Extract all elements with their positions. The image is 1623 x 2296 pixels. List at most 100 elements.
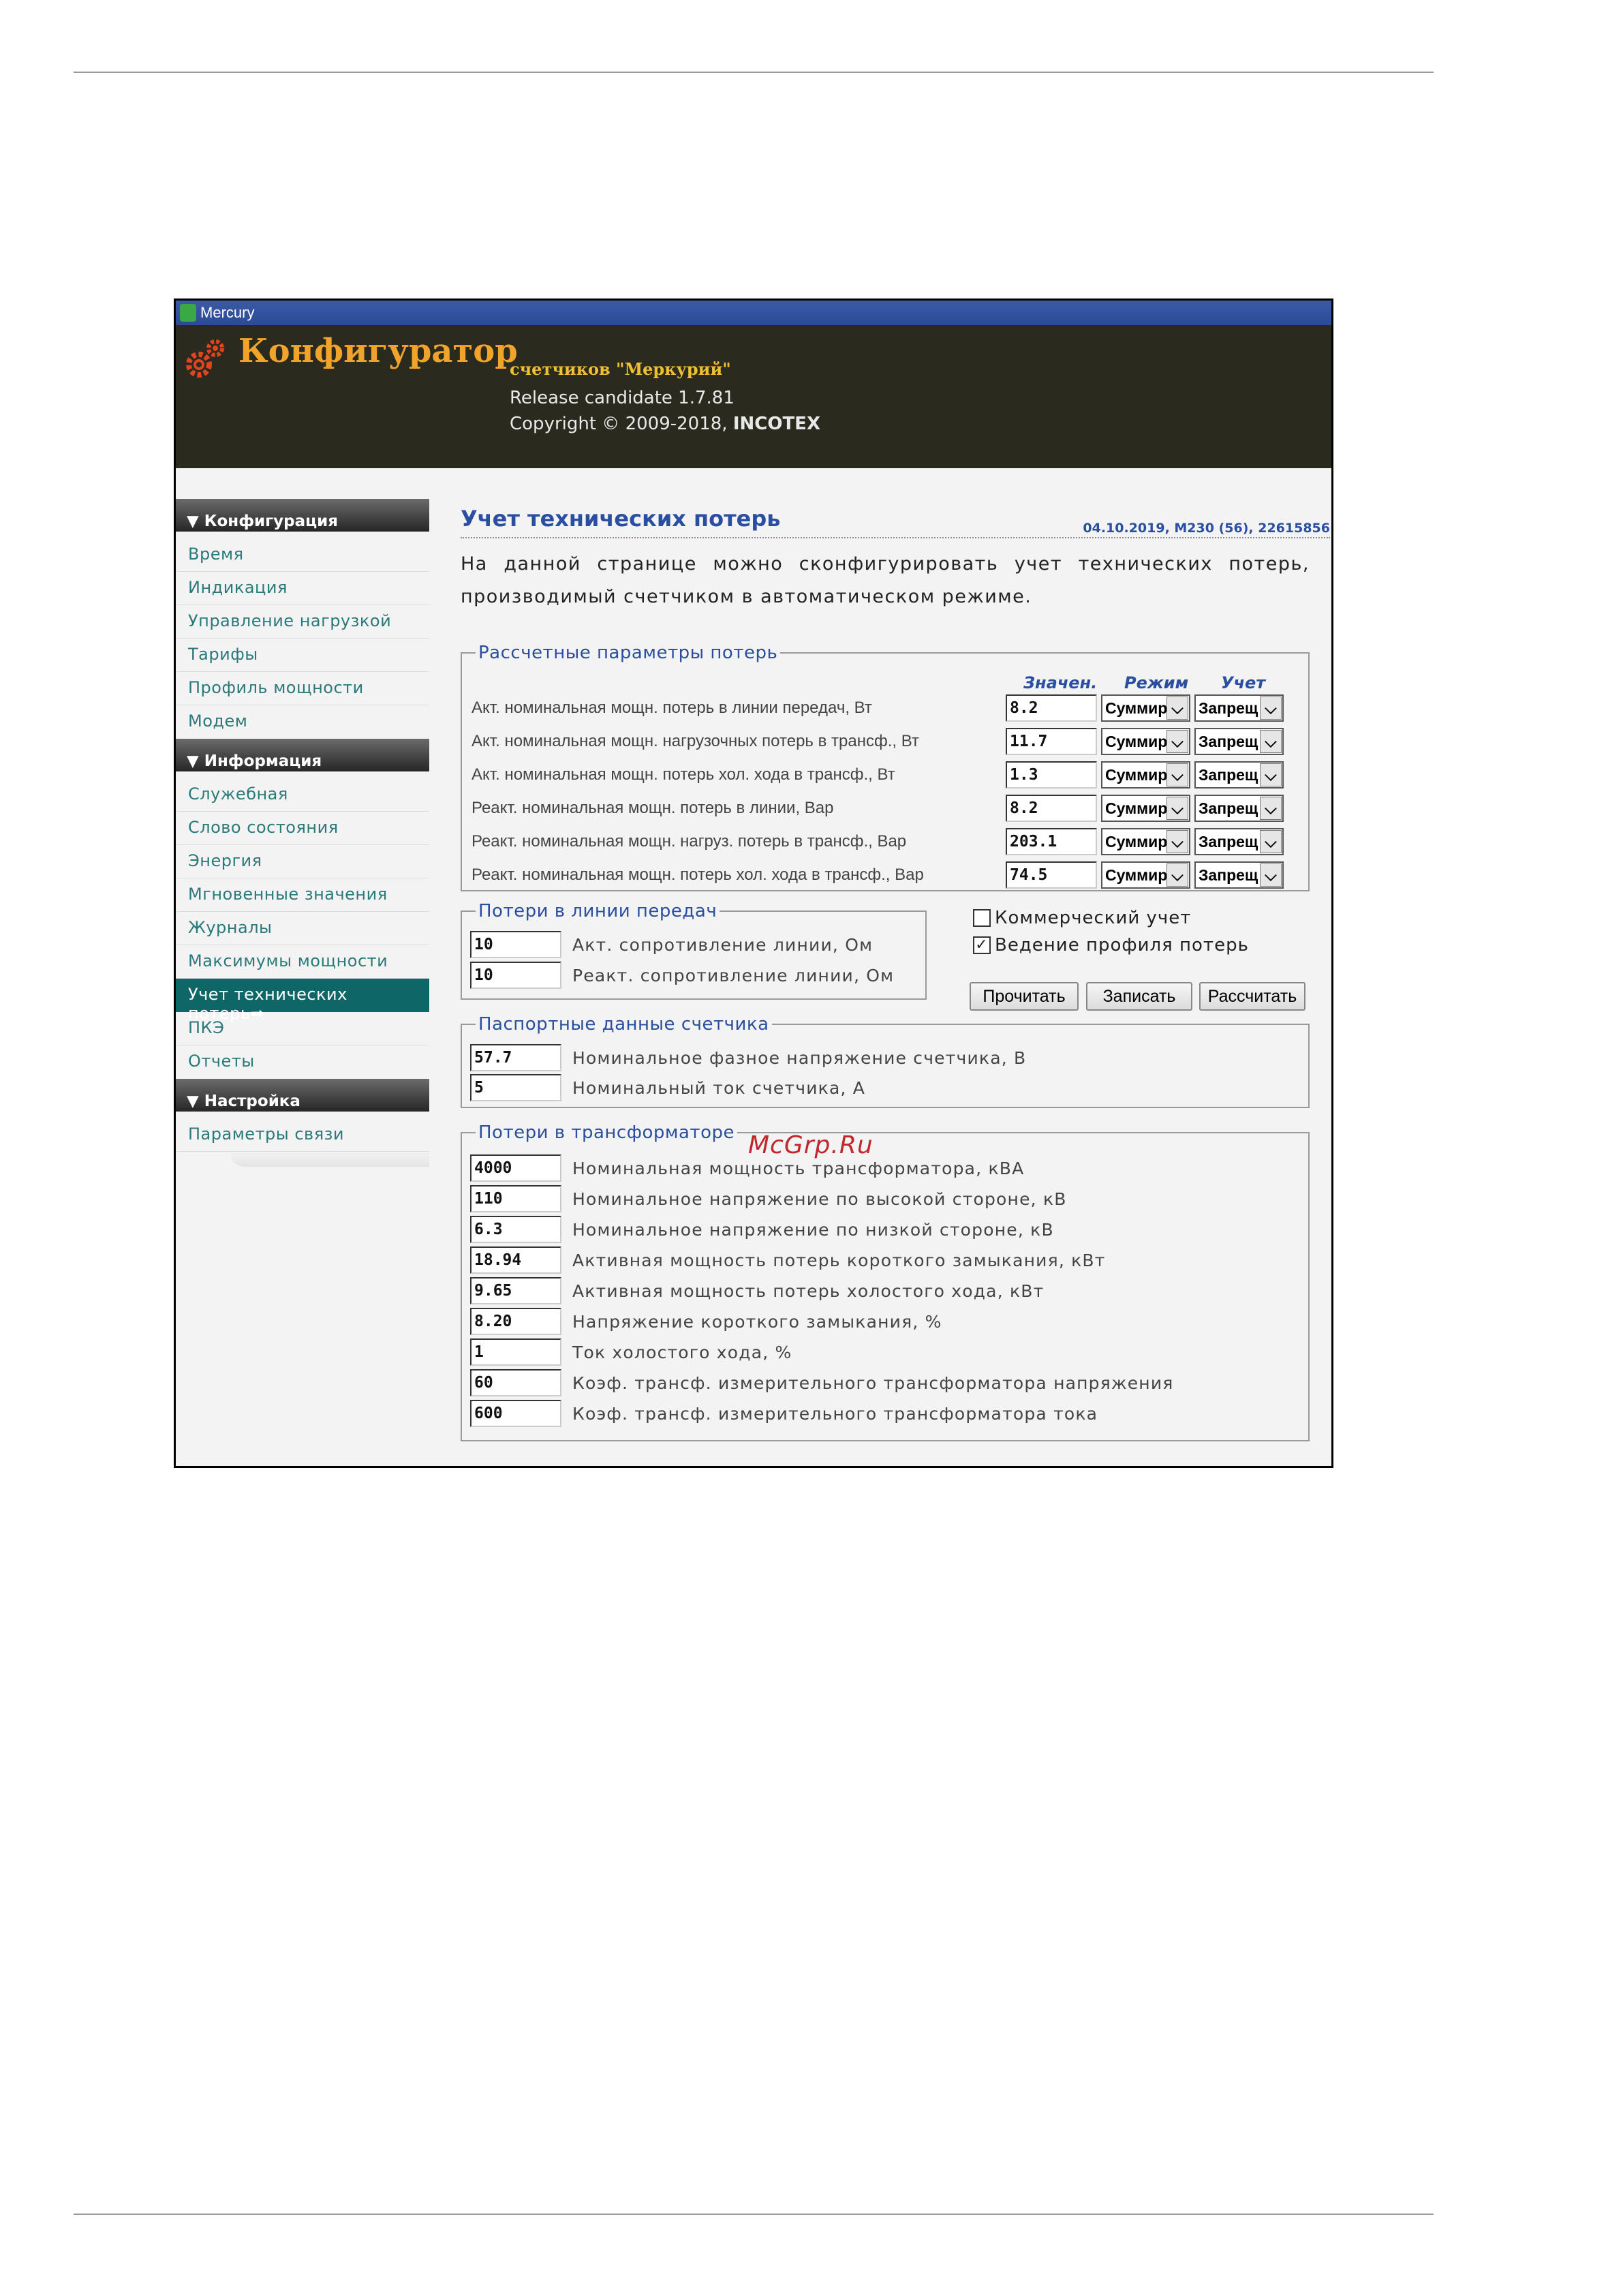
- sidebar-section-settings[interactable]: ▼ Настройка: [176, 1079, 429, 1112]
- page-intro: На данной странице можно сконфигурироват…: [461, 553, 1310, 607]
- passport-row: 57.7 Номинальное фазное напряжение счетч…: [470, 1044, 1026, 1071]
- passport-label: Номинальное фазное напряжение счетчика, …: [572, 1047, 1027, 1068]
- app-header: Конфигуратор счетчиков "Меркурий" Releas…: [176, 325, 1331, 468]
- sidebar: ▼ Конфигурация Время Индикация Управлени…: [176, 499, 429, 1167]
- sidebar-item-reports[interactable]: Отчеты: [176, 1045, 429, 1079]
- commercial-checkbox[interactable]: Коммерческий учет: [973, 908, 1191, 928]
- app-copyright: Copyright © 2009-2018, INCOTEX: [510, 414, 820, 434]
- mode-select[interactable]: Суммир ⌵: [1101, 694, 1190, 722]
- app-title: Конфигуратор: [238, 332, 518, 370]
- gears-icon: [186, 339, 224, 378]
- sidebar-item-status-word[interactable]: Слово состояния: [176, 812, 429, 845]
- passport-value-input[interactable]: 5: [470, 1074, 561, 1101]
- param-value-input[interactable]: 74.5: [1006, 861, 1097, 889]
- transformer-row: 60 Коэф. трансф. измерительного трансфор…: [470, 1369, 1174, 1396]
- sidebar-footer: [230, 1152, 429, 1167]
- transformer-value-input[interactable]: 8.20: [470, 1308, 561, 1335]
- account-select[interactable]: Запрещ ⌵: [1194, 694, 1284, 722]
- param-row: Акт. номинальная мощн. потерь в линии пе…: [472, 693, 1284, 723]
- account-select[interactable]: Запрещ ⌵: [1194, 828, 1284, 855]
- sidebar-item-load-control[interactable]: Управление нагрузкой: [176, 605, 429, 639]
- mode-select[interactable]: Суммир ⌵: [1101, 828, 1190, 855]
- param-value-input[interactable]: 8.2: [1006, 694, 1097, 722]
- transformer-value-input[interactable]: 110: [470, 1185, 561, 1212]
- sidebar-item-tariffs[interactable]: Тарифы: [176, 639, 429, 672]
- mode-select[interactable]: Суммир ⌵: [1101, 861, 1190, 889]
- transformer-value-input[interactable]: 60: [470, 1369, 561, 1396]
- mode-select[interactable]: Суммир ⌵: [1101, 761, 1190, 789]
- chevron-down-icon: ⌵: [1260, 863, 1282, 887]
- checkmark-icon[interactable]: ✓: [973, 936, 991, 954]
- read-button[interactable]: Прочитать: [970, 982, 1079, 1011]
- param-value-input[interactable]: 11.7: [1006, 728, 1097, 755]
- line-label: Реакт. сопротивление линии, Ом: [572, 965, 895, 985]
- page-title: Учет технических потерь: [461, 506, 781, 532]
- transformer-value-input[interactable]: 18.94: [470, 1246, 561, 1274]
- transformer-row: 110 Номинальное напряжение по высокой ст…: [470, 1185, 1067, 1212]
- transformer-value-input[interactable]: 6.3: [470, 1216, 561, 1243]
- chevron-down-icon: ⌵: [1166, 863, 1188, 887]
- bottom-rule: [74, 2214, 1434, 2215]
- chevron-down-icon: ⌵: [1166, 763, 1188, 786]
- transformer-value-input[interactable]: 1: [470, 1338, 561, 1366]
- param-label: Реакт. номинальная мощн. потерь хол. ход…: [472, 866, 924, 884]
- transformer-value-input[interactable]: 600: [470, 1400, 561, 1427]
- title-divider: [461, 537, 1330, 538]
- transformer-label: Активная мощность потерь короткого замык…: [572, 1250, 1106, 1270]
- transformer-value-input[interactable]: 9.65: [470, 1277, 561, 1304]
- param-value-input[interactable]: 8.2: [1006, 795, 1097, 822]
- col-header-mode: Режим: [1124, 673, 1189, 692]
- transformer-label: Коэф. трансф. измерительного трансформат…: [572, 1373, 1174, 1393]
- sidebar-item-modem[interactable]: Модем: [176, 705, 429, 739]
- window-titlebar: Mercury: [176, 301, 1331, 325]
- account-select[interactable]: Запрещ ⌵: [1194, 861, 1284, 889]
- chevron-down-icon: ⌵: [1260, 763, 1282, 786]
- sidebar-item-logs[interactable]: Журналы: [176, 912, 429, 945]
- mode-select[interactable]: Суммир ⌵: [1101, 728, 1190, 755]
- account-select[interactable]: Запрещ ⌵: [1194, 761, 1284, 789]
- loss-profile-checkbox[interactable]: ✓ Ведение профиля потерь: [973, 935, 1249, 955]
- transformer-row: 1 Ток холостого хода, %: [470, 1338, 792, 1366]
- chevron-down-icon: ⌵: [1166, 830, 1188, 853]
- app-icon: [180, 304, 196, 322]
- account-select[interactable]: Запрещ ⌵: [1194, 795, 1284, 822]
- transformer-value-input[interactable]: 4000: [470, 1154, 561, 1182]
- line-losses-legend: Потери в линии передач: [478, 901, 717, 921]
- line-value-input[interactable]: 10: [470, 931, 561, 958]
- calculate-button[interactable]: Рассчитать: [1199, 982, 1305, 1011]
- sidebar-item-display[interactable]: Индикация: [176, 572, 429, 605]
- sidebar-item-power-max[interactable]: Максимумы мощности: [176, 945, 429, 979]
- transformer-label: Номинальное напряжение по высокой сторон…: [572, 1189, 1067, 1209]
- passport-value-input[interactable]: 57.7: [470, 1044, 561, 1071]
- sidebar-section-config[interactable]: ▼ Конфигурация: [176, 499, 429, 532]
- sidebar-item-time[interactable]: Время: [176, 538, 429, 572]
- line-value-input[interactable]: 10: [470, 962, 561, 989]
- sidebar-section-info[interactable]: ▼ Информация: [176, 739, 429, 771]
- transformer-row: 4000 Номинальная мощность трансформатора…: [470, 1154, 1024, 1182]
- param-row: Акт. номинальная мощн. потерь хол. хода …: [472, 760, 1284, 790]
- param-label: Акт. номинальная мощн. потерь хол. хода …: [472, 765, 895, 784]
- sidebar-item-service[interactable]: Служебная: [176, 778, 429, 812]
- arrow-right-icon: ➡: [250, 1004, 265, 1023]
- calc-params-legend: Рассчетные параметры потерь: [478, 643, 778, 663]
- param-value-input[interactable]: 203.1: [1006, 828, 1097, 855]
- line-row: 10 Акт. сопротивление линии, Ом: [470, 931, 873, 958]
- chevron-down-icon: ⌵: [1260, 697, 1282, 720]
- watermark: McGrp.Ru: [748, 1131, 874, 1159]
- mode-select[interactable]: Суммир ⌵: [1101, 795, 1190, 822]
- transformer-legend: Потери в трансформаторе: [478, 1122, 735, 1143]
- sidebar-item-instant-values[interactable]: Мгновенные значения: [176, 878, 429, 912]
- write-button[interactable]: Записать: [1086, 982, 1192, 1011]
- param-row: Реакт. номинальная мощн. потерь в линии,…: [472, 793, 1284, 823]
- company-name: INCOTEX: [732, 414, 820, 434]
- device-info: 04.10.2019, M230 (56), 22615856: [1083, 521, 1330, 536]
- commercial-label: Коммерческий учет: [995, 908, 1192, 928]
- sidebar-item-tech-losses[interactable]: Учет технических потерь➡: [176, 979, 429, 1023]
- sidebar-item-energy[interactable]: Энергия: [176, 845, 429, 878]
- sidebar-item-power-profile[interactable]: Профиль мощности: [176, 672, 429, 705]
- account-select[interactable]: Запрещ ⌵: [1194, 728, 1284, 755]
- sidebar-item-connection[interactable]: Параметры связи: [176, 1118, 429, 1152]
- checkbox-box[interactable]: [973, 909, 991, 927]
- transformer-label: Номинальная мощность трансформатора, кВА: [572, 1158, 1025, 1178]
- param-value-input[interactable]: 1.3: [1006, 761, 1097, 789]
